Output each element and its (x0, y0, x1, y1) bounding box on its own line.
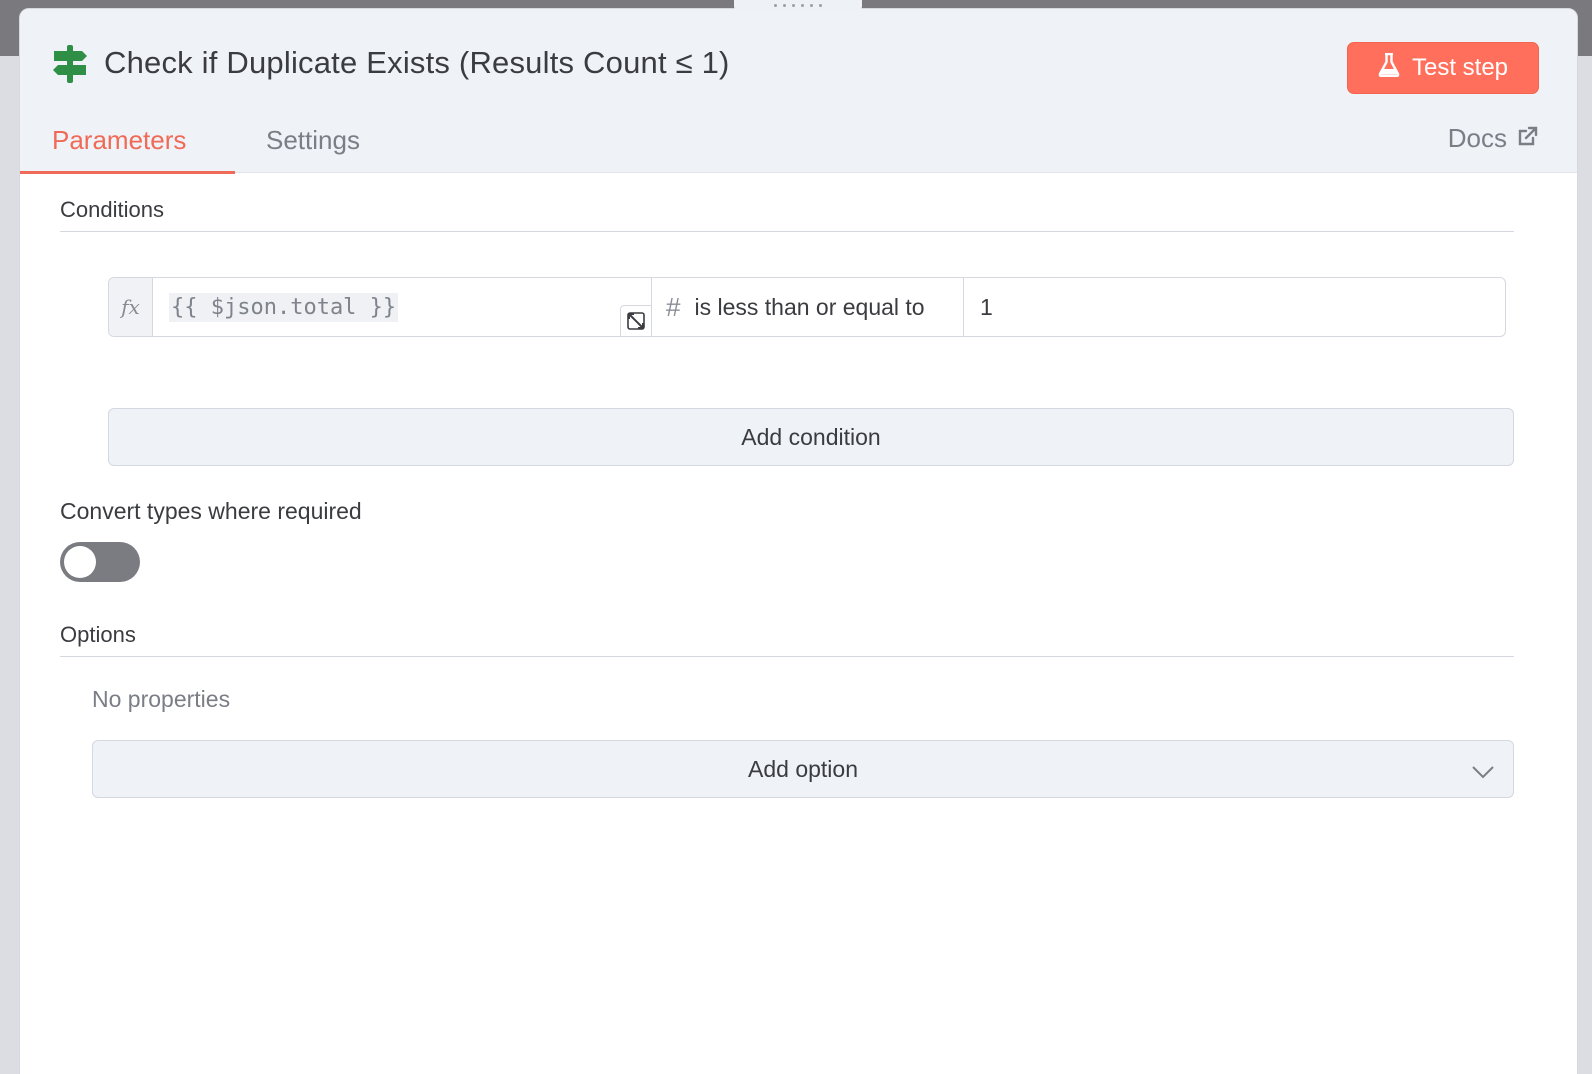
operator-select[interactable]: # is less than or equal to (652, 278, 964, 336)
expression-text: {{ $json.total }} (169, 292, 399, 322)
conditions-title: Conditions (60, 197, 164, 222)
add-option-label: Add option (748, 755, 858, 782)
conditions-divider (60, 231, 1514, 232)
node-title[interactable]: Check if Duplicate Exists (Results Count… (104, 45, 730, 81)
flask-icon (1378, 52, 1400, 84)
canvas-backdrop-left (0, 56, 20, 1074)
convert-types-label: Convert types where required (60, 498, 362, 524)
test-step-button[interactable]: Test step (1347, 42, 1539, 94)
external-link-icon (1517, 123, 1539, 154)
operator-label: is less than or equal to (694, 293, 925, 320)
options-divider (60, 656, 1514, 657)
convert-types-toggle[interactable] (60, 542, 140, 582)
toggle-knob (64, 546, 96, 578)
test-step-label: Test step (1411, 54, 1509, 81)
number-type-icon: # (666, 291, 681, 322)
tab-bar: Parameters Settings Docs (20, 113, 1577, 174)
no-properties-text: No properties (92, 686, 231, 712)
tab-parameters[interactable]: Parameters (52, 113, 186, 173)
active-tab-indicator (20, 171, 235, 174)
tab-settings-label: Settings (266, 125, 360, 155)
panel-header: Check if Duplicate Exists (Results Count… (20, 9, 1577, 174)
options-title: Options (60, 622, 136, 647)
docs-link[interactable]: Docs (1448, 123, 1539, 154)
signpost-icon (52, 45, 88, 83)
docs-label: Docs (1447, 123, 1507, 153)
drag-handle[interactable] (734, 0, 862, 12)
condition-right-value[interactable]: 1 (964, 278, 1505, 336)
expand-icon[interactable] (620, 305, 652, 337)
condition-left-value[interactable]: {{ $json.total }} (153, 278, 652, 337)
tab-parameters-label: Parameters (52, 125, 187, 155)
condition-row: fx {{ $json.total }} # is less than or e… (108, 277, 1506, 337)
add-condition-label: Add condition (741, 423, 881, 450)
fx-icon: fx (109, 278, 153, 336)
add-condition-button[interactable]: Add condition (108, 408, 1514, 466)
chevron-down-icon (1471, 759, 1495, 786)
tab-settings[interactable]: Settings (266, 113, 360, 173)
right-value-text: 1 (980, 293, 993, 320)
node-settings-panel: Check if Duplicate Exists (Results Count… (19, 8, 1578, 1074)
add-option-dropdown[interactable]: Add option (92, 740, 1514, 798)
